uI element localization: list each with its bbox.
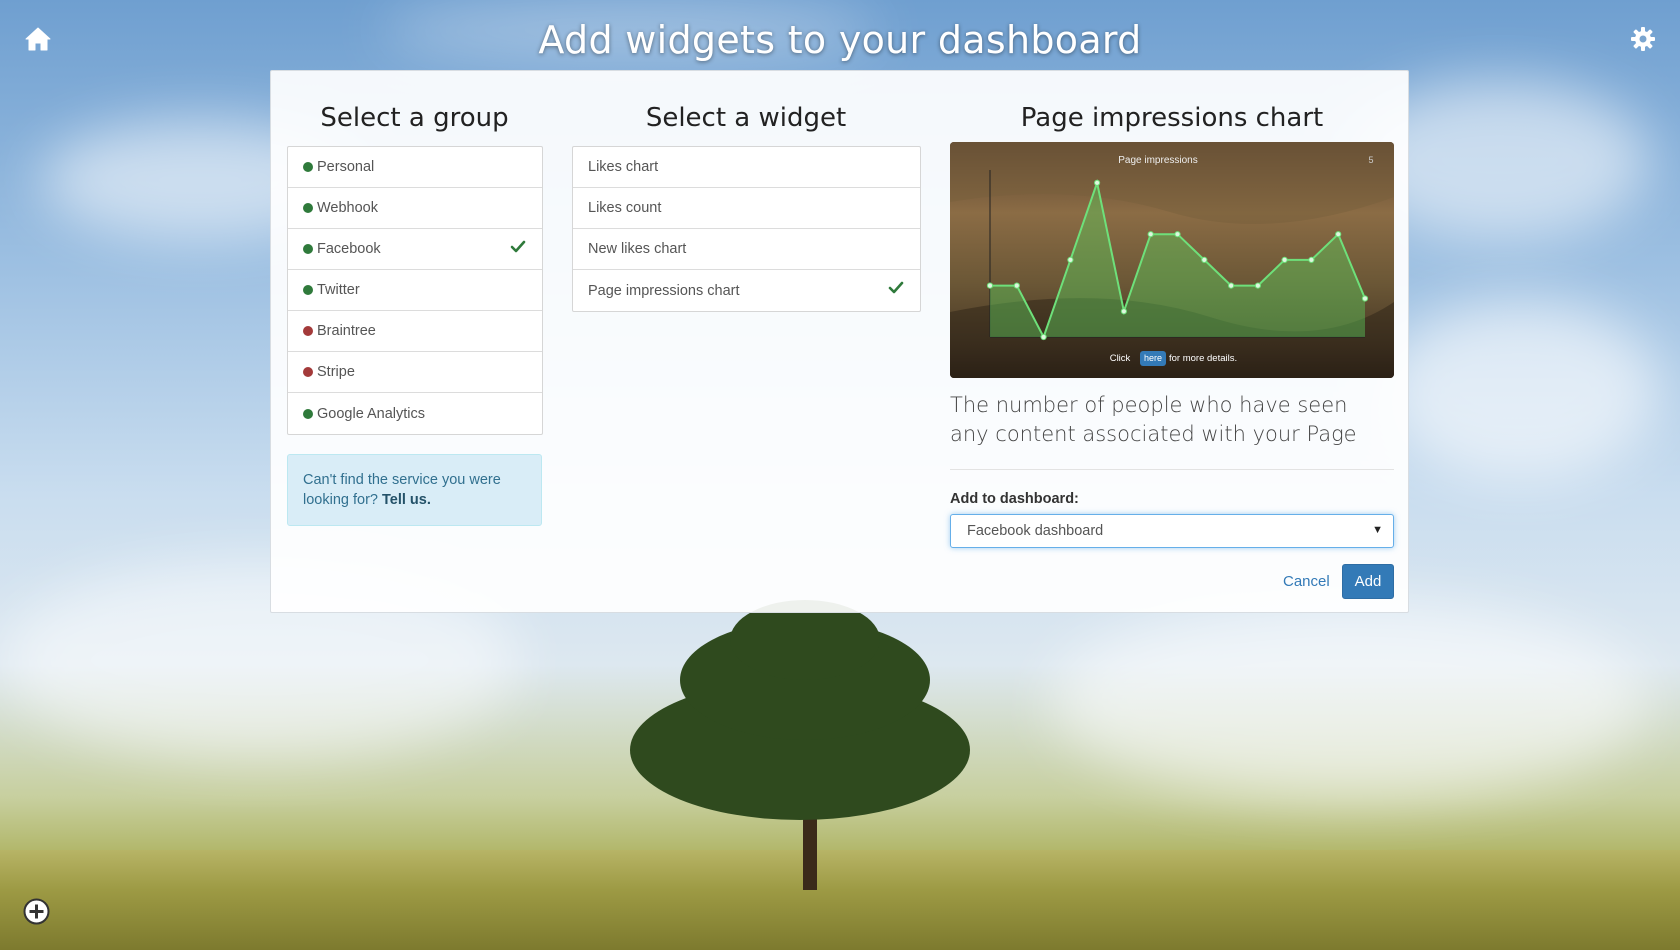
settings-button[interactable] xyxy=(1630,26,1656,52)
status-dot-icon xyxy=(303,162,313,172)
group-item-label: Twitter xyxy=(317,282,360,298)
group-item-label: Personal xyxy=(317,159,375,175)
group-item-label: Webhook xyxy=(317,200,378,216)
check-icon xyxy=(510,239,526,255)
widget-item-page-impressions-chart[interactable]: Page impressions chart xyxy=(573,270,920,311)
preview-chart: Page impressions 5 Click here for more d… xyxy=(950,142,1394,378)
group-item-label: Facebook xyxy=(317,241,381,257)
chart-point-3 xyxy=(1067,256,1074,264)
caret-down-icon: ▼ xyxy=(1372,524,1383,536)
widget-description: The number of people who have seen any c… xyxy=(950,393,1357,446)
status-dot-icon xyxy=(303,408,313,419)
widget-detail-title: Page impressions chart xyxy=(1020,103,1324,133)
plus-circle-icon xyxy=(23,898,50,925)
background-tree xyxy=(620,600,1000,900)
widget-item-likes-chart[interactable]: Likes chart xyxy=(573,147,920,188)
chart-point-4 xyxy=(1094,179,1101,186)
cancel-button[interactable]: Cancel xyxy=(1283,573,1330,590)
status-dot-icon xyxy=(303,285,313,295)
widget-item-likes-count[interactable]: Likes count xyxy=(573,188,920,229)
widget-list: Likes chart Likes count New likes chart Pag… xyxy=(572,146,921,312)
group-list: Personal Webhook Facebook Twitter Braintree S… xyxy=(287,146,543,435)
group-item-label: Google Analytics xyxy=(317,405,426,422)
add-to-dashboard-label: Add to dashboard: xyxy=(950,491,1079,507)
chart-point-14 xyxy=(1361,295,1369,302)
chart-point-7 xyxy=(1174,231,1181,238)
group-item-facebook[interactable]: Facebook xyxy=(288,229,542,270)
group-item-webhook[interactable]: Webhook xyxy=(288,188,542,229)
widget-item-label: Likes chart xyxy=(588,159,659,175)
gear-icon xyxy=(1631,27,1655,51)
chart-title: Page impressions xyxy=(1118,155,1197,166)
chart-footer-prefix: Click xyxy=(1110,353,1131,364)
chart-point-6 xyxy=(1147,231,1154,238)
group-item-stripe[interactable]: Stripe xyxy=(288,352,542,393)
widget-item-label: New likes chart xyxy=(588,241,687,257)
dashboard-select-value: Facebook dashboard xyxy=(967,523,1104,539)
check-icon xyxy=(888,280,904,296)
tell-us-link[interactable]: Tell us. xyxy=(382,492,431,508)
widget-picker-panel: Select a group Personal Webhook Facebook Tw… xyxy=(270,70,1409,613)
chart-point-8 xyxy=(1201,256,1208,264)
group-item-braintree[interactable]: Braintree xyxy=(288,311,542,352)
status-dot-icon xyxy=(303,326,313,336)
chart-point-10 xyxy=(1254,282,1261,289)
group-column-title: Select a group xyxy=(320,103,509,133)
chart-details-link[interactable]: here xyxy=(1144,353,1162,363)
widget-item-label: Page impressions chart xyxy=(588,282,740,299)
status-dot-icon xyxy=(303,203,313,213)
background-cloud xyxy=(1380,300,1660,480)
chart-point-13 xyxy=(1335,231,1342,238)
group-item-twitter[interactable]: Twitter xyxy=(288,270,542,311)
page-title: Add widgets to your dashboard xyxy=(538,18,1142,62)
widget-item-new-likes-chart[interactable]: New likes chart xyxy=(573,229,920,270)
chart-point-0 xyxy=(986,282,994,289)
chart-point-9 xyxy=(1228,282,1235,289)
widget-column-title: Select a widget xyxy=(645,103,847,133)
background-cloud xyxy=(1050,600,1650,800)
chart-point-1 xyxy=(1013,282,1020,289)
widget-preview: Page impressions 5 Click here for more d… xyxy=(950,142,1394,378)
chart-corner-label: 5 xyxy=(1368,155,1373,165)
group-item-google-analytics[interactable]: Google Analytics xyxy=(288,393,542,434)
missing-service-notice: Can't find the service you were looking … xyxy=(287,454,542,526)
chart-point-5 xyxy=(1120,308,1127,315)
add-widget-button[interactable] xyxy=(23,898,50,925)
status-dot-icon xyxy=(303,367,313,377)
group-item-label: Braintree xyxy=(317,323,376,339)
add-button[interactable]: Add xyxy=(1342,564,1394,599)
group-item-label: Stripe xyxy=(317,364,355,380)
section-divider xyxy=(950,469,1394,470)
dashboard-select[interactable]: Facebook dashboard ▼ xyxy=(950,514,1394,548)
widget-item-label: Likes count xyxy=(588,200,662,216)
chart-point-2 xyxy=(1040,333,1047,341)
chart-point-12 xyxy=(1308,256,1315,264)
chart-point-11 xyxy=(1281,256,1288,264)
chart-footer-suffix: for more details. xyxy=(1169,353,1237,364)
status-dot-icon xyxy=(303,244,313,254)
group-item-personal[interactable]: Personal xyxy=(288,147,542,188)
